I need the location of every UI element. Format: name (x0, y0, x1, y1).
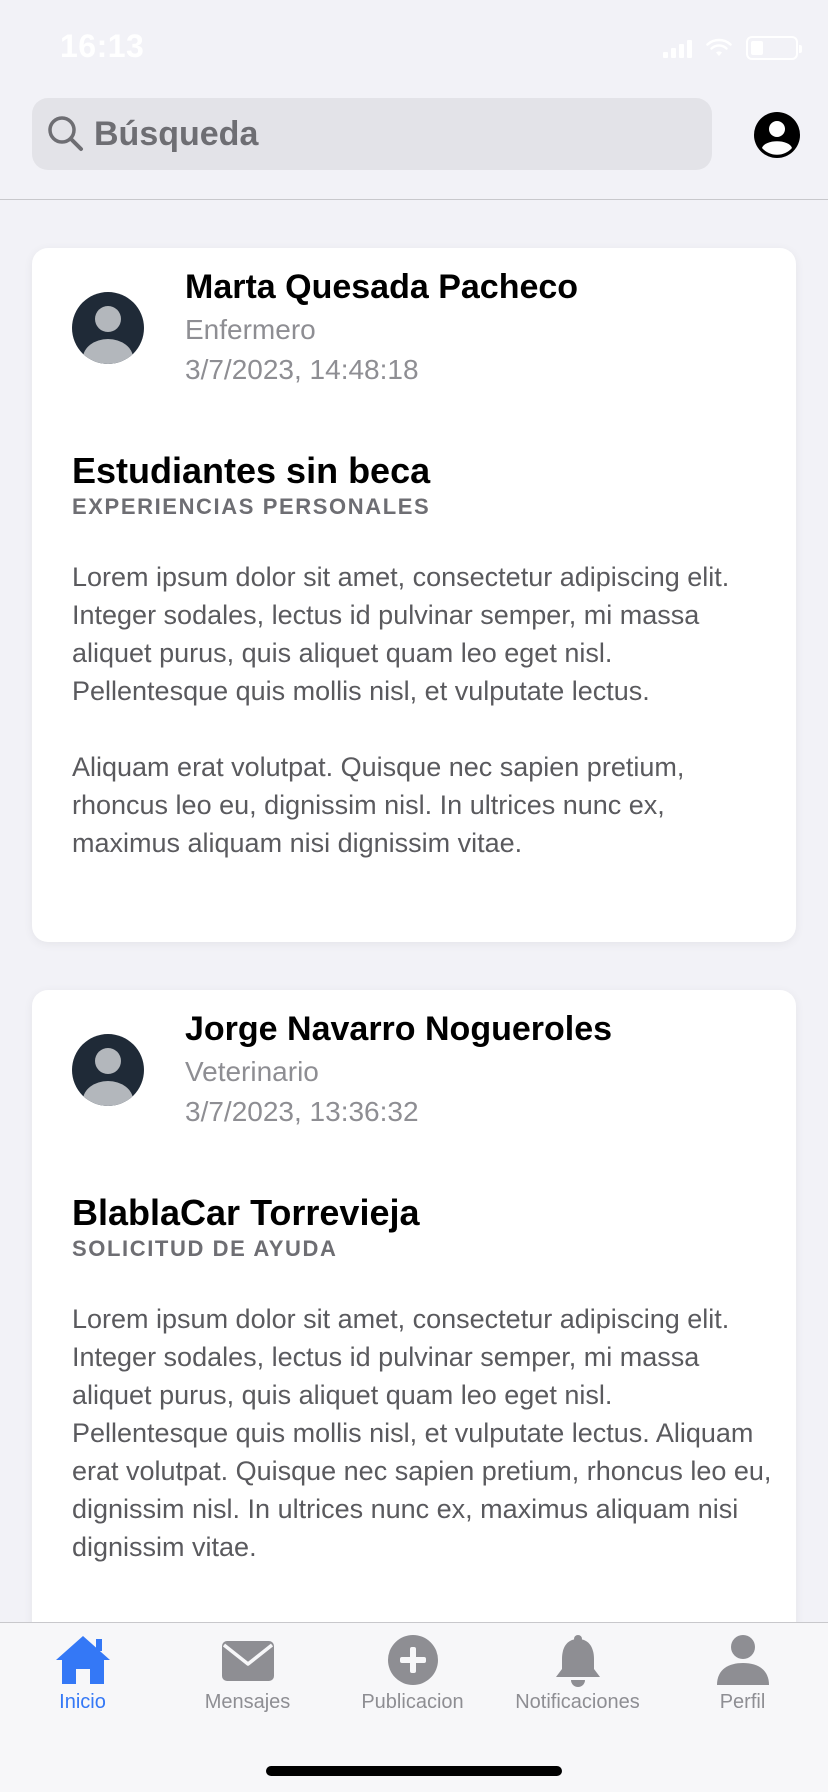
post-title[interactable]: Estudiantes sin beca (72, 450, 430, 492)
post-card[interactable]: Jorge Navarro Nogueroles Veterinario 3/7… (32, 990, 796, 1622)
tab-label: Notificaciones (515, 1691, 640, 1713)
status-time: 16:13 (60, 28, 145, 64)
avatar-icon (72, 1034, 144, 1106)
wifi-icon (706, 38, 732, 56)
tab-publicacion[interactable]: Publicacion (330, 1633, 495, 1723)
profile-avatar-button[interactable] (753, 111, 801, 159)
plus-circle-icon (387, 1635, 438, 1685)
post-body: Lorem ipsum dolor sit amet, consectetur … (72, 558, 772, 862)
post-paragraph: Aliquam erat volutpat. Quisque nec sapie… (72, 752, 685, 858)
bell-icon (555, 1635, 600, 1687)
tab-label: Mensajes (204, 1691, 291, 1713)
post-paragraph: Lorem ipsum dolor sit amet, consectetur … (72, 562, 730, 706)
post-title[interactable]: BlablaCar Torrevieja (72, 1192, 419, 1234)
post-author[interactable]: Jorge Navarro Nogueroles (185, 1010, 612, 1049)
post-card[interactable]: Marta Quesada Pacheco Enfermero 3/7/2023… (32, 248, 796, 942)
search-bar[interactable] (32, 98, 712, 170)
tab-inicio[interactable]: Inicio (0, 1633, 165, 1723)
post-paragraph: Lorem ipsum dolor sit amet, consectetur … (72, 1304, 772, 1562)
search-icon (48, 116, 83, 151)
tab-perfil[interactable]: Perfil (660, 1633, 825, 1723)
tab-label: Inicio (59, 1691, 106, 1713)
post-date: 3/7/2023, 13:36:32 (185, 1096, 419, 1127)
avatar-icon (72, 292, 144, 364)
post-author-role: Veterinario (185, 1056, 319, 1087)
home-indicator (266, 1766, 562, 1776)
post-date: 3/7/2023, 14:48:18 (185, 354, 419, 385)
status-bar: 16:13 (0, 0, 828, 96)
battery-icon (746, 36, 802, 60)
post-body: Lorem ipsum dolor sit amet, consectetur … (72, 1300, 772, 1566)
post-feed[interactable]: Marta Quesada Pacheco Enfermero 3/7/2023… (0, 201, 828, 1622)
tab-label: Perfil (719, 1691, 766, 1713)
signal-icon (663, 38, 692, 58)
tab-notificaciones[interactable]: Notificaciones (495, 1633, 660, 1723)
post-category: SOLICITUD DE AYUDA (72, 1236, 338, 1261)
person-icon (716, 1635, 769, 1685)
post-author[interactable]: Marta Quesada Pacheco (185, 268, 578, 307)
post-author-role: Enfermero (185, 314, 316, 345)
header (0, 96, 828, 200)
search-input[interactable] (94, 104, 654, 164)
status-icons (663, 36, 802, 60)
post-category: EXPERIENCIAS PERSONALES (72, 494, 431, 519)
home-icon (55, 1636, 110, 1684)
tab-mensajes[interactable]: Mensajes (165, 1633, 330, 1723)
tab-label: Publicacion (361, 1691, 464, 1713)
envelope-icon (221, 1641, 274, 1681)
